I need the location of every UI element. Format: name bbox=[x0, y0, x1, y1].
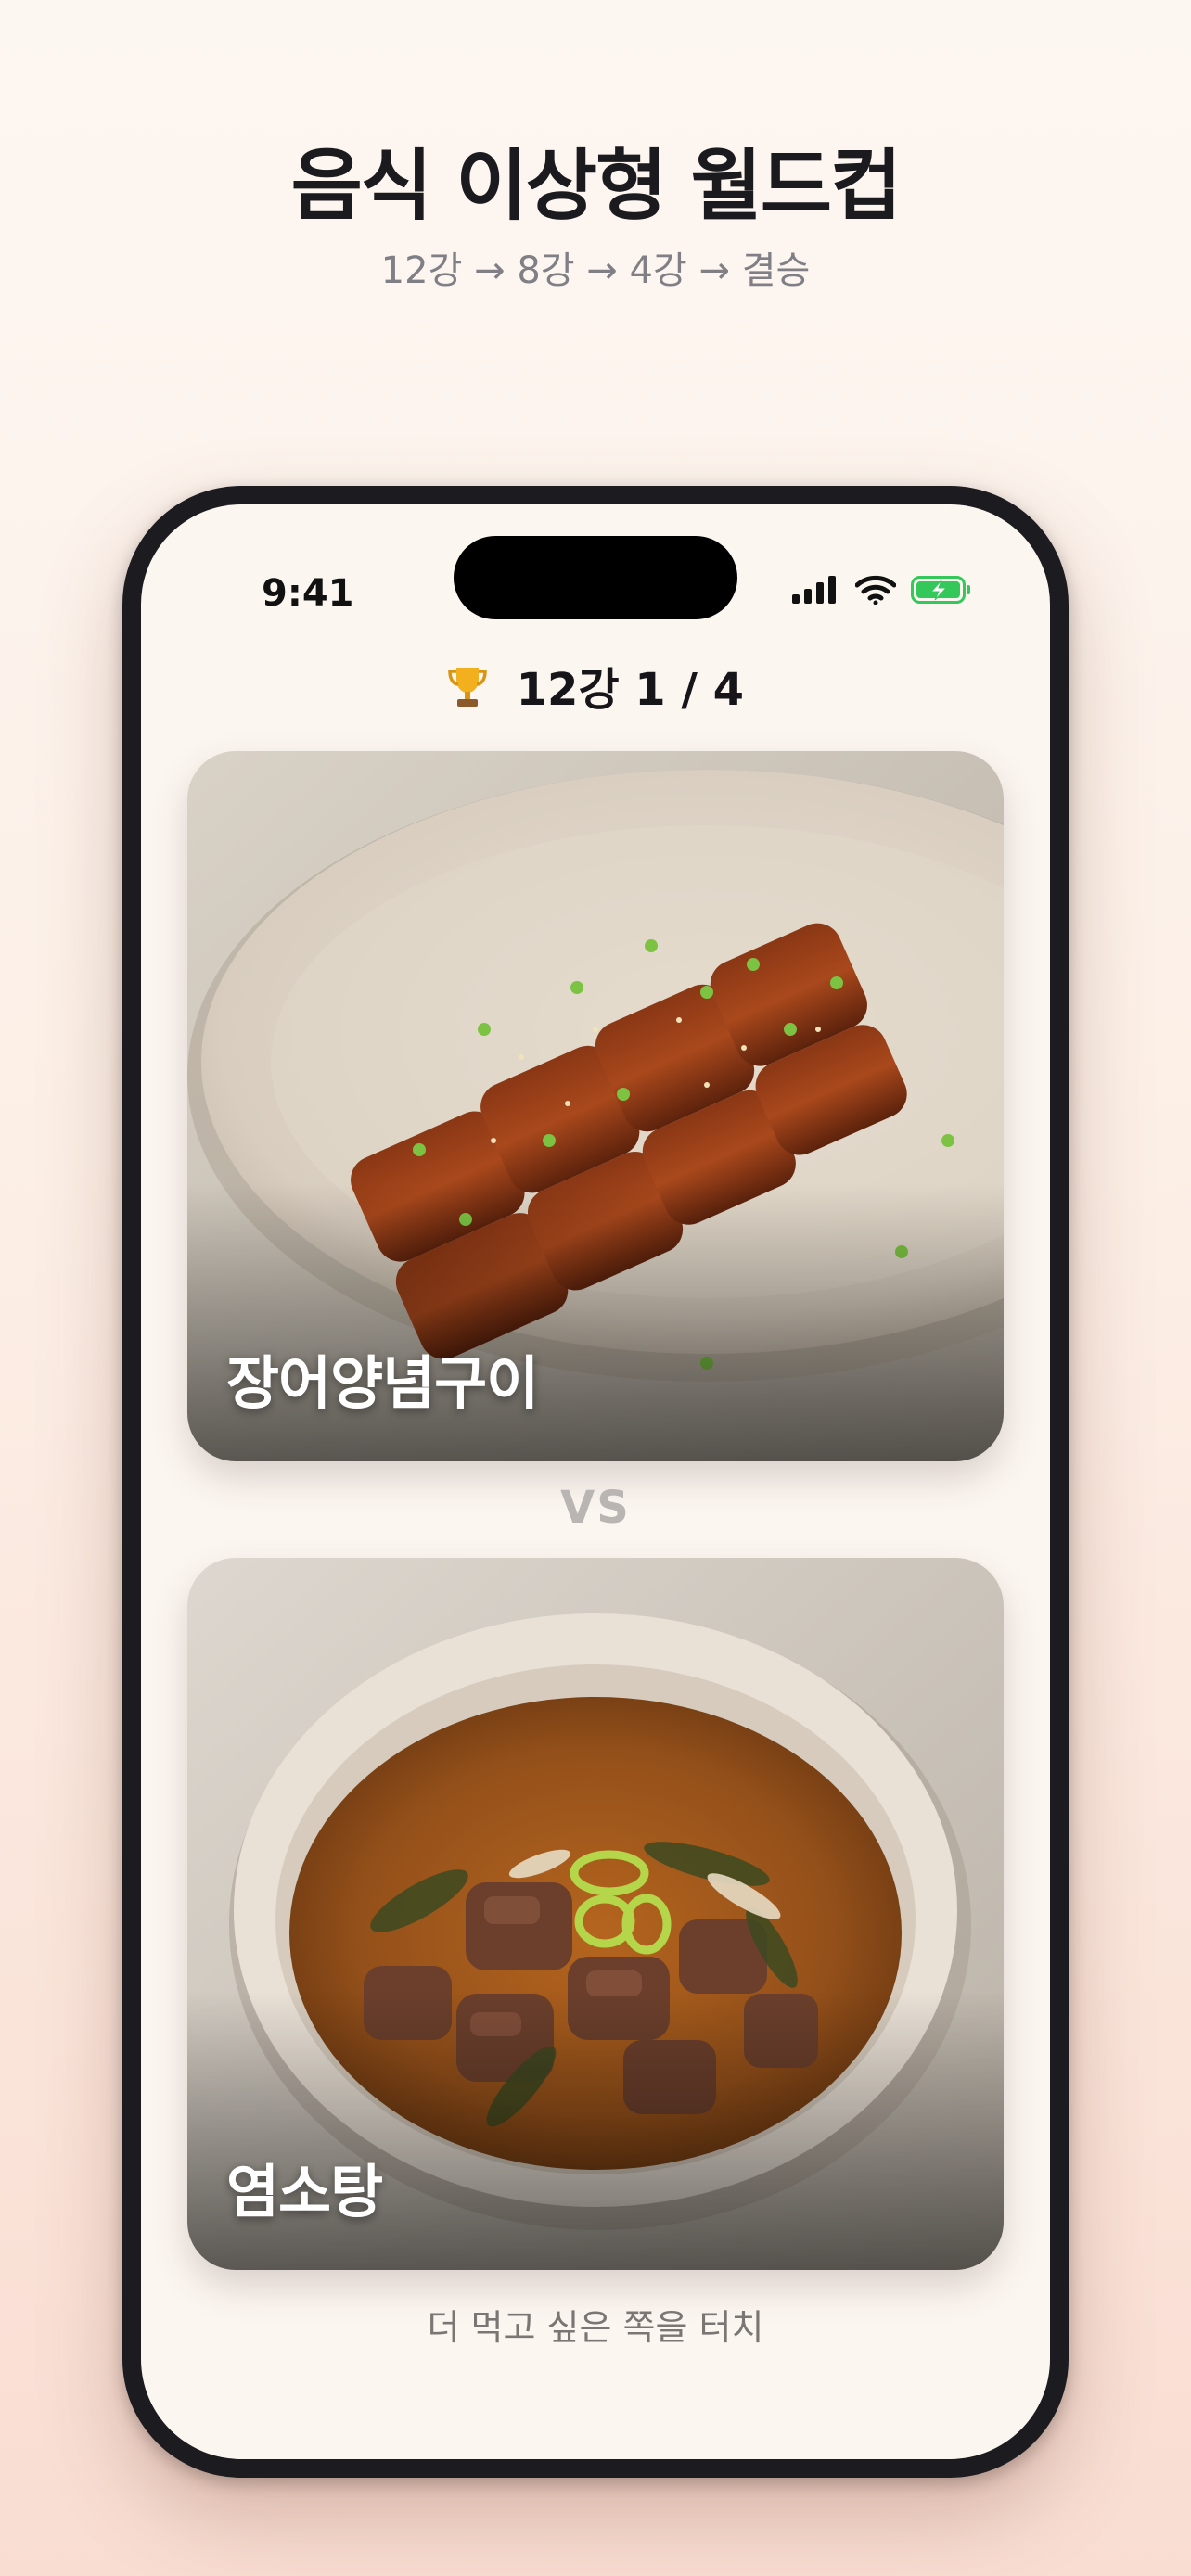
dynamic-island bbox=[454, 536, 737, 619]
phone-frame: 9:41 12강 1 / 4 장어양념구이 VS 염소탕 더 먹고 싶은 쪽을 … bbox=[122, 486, 1069, 2478]
vs-label: VS bbox=[560, 1482, 631, 1534]
candidate-card-goat-stew[interactable]: 염소탕 bbox=[187, 1558, 1004, 2270]
round-label: 12강 1 / 4 bbox=[516, 664, 745, 716]
battery-charging-icon bbox=[911, 575, 972, 608]
promo-subtitle: 12강 → 8강 → 4강 → 결승 bbox=[380, 249, 811, 292]
candidate-name: 장어양념구이 bbox=[226, 1349, 539, 1417]
promo-title: 음식 이상형 월드컵 bbox=[290, 140, 903, 231]
phone-screen: 9:41 12강 1 / 4 장어양념구이 VS 염소탕 더 먹고 싶은 쪽을 … bbox=[141, 504, 1050, 2459]
status-time: 9:41 bbox=[262, 572, 354, 615]
status-icons bbox=[792, 573, 972, 610]
candidate-name: 염소탕 bbox=[226, 2158, 383, 2225]
trophy-icon bbox=[447, 664, 488, 725]
cellular-signal-icon bbox=[792, 576, 840, 607]
round-indicator: 12강 1 / 4 bbox=[141, 660, 1050, 725]
wifi-icon bbox=[854, 575, 897, 608]
candidate-card-eel[interactable]: 장어양념구이 bbox=[187, 751, 1004, 1461]
hint-text: 더 먹고 싶은 쪽을 터치 bbox=[427, 2307, 764, 2348]
